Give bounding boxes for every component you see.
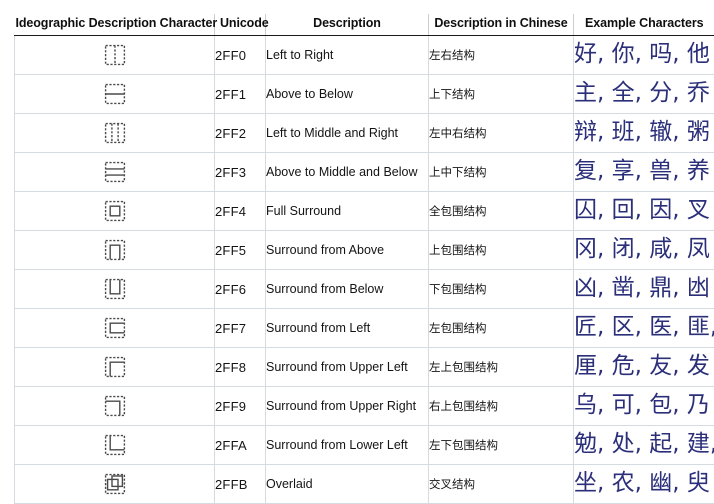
table-row: 2FF4Full Surround全包围结构囚, 回, 因, 叉 (15, 192, 714, 231)
cell-description-chinese: 左上包围结构 (429, 348, 574, 387)
cell-example-characters: 乌, 可, 包, 乃 (574, 387, 714, 426)
idc-surround-from-above-icon (104, 239, 126, 261)
idc-surround-from-below-icon (104, 278, 126, 300)
table-row: 2FF9Surround from Upper Right右上包围结构乌, 可,… (15, 387, 714, 426)
cell-idc-glyph (15, 192, 215, 231)
column-header-example-characters: Example Characters (574, 14, 714, 36)
idc-above-to-below-icon (104, 83, 126, 105)
table-row: 2FF8Surround from Upper Left左上包围结构厘, 危, … (15, 348, 714, 387)
idc-surround-from-upper-left-icon (104, 356, 126, 378)
page-root: Ideographic Description Character Unicod… (0, 0, 714, 502)
cell-description-chinese: 上包围结构 (429, 231, 574, 270)
cell-description: Surround from Upper Right (266, 387, 429, 426)
cell-description-chinese: 上下结构 (429, 75, 574, 114)
cell-unicode: 2FF1 (215, 75, 266, 114)
cell-unicode: 2FF2 (215, 114, 266, 153)
cell-example-characters: 凶, 凿, 鼎, 凼 (574, 270, 714, 309)
cell-description-chinese: 左右结构 (429, 36, 574, 75)
cell-description-chinese: 全包围结构 (429, 192, 574, 231)
cell-idc-glyph (15, 231, 215, 270)
table-body: 2FF0Left to Right左右结构好, 你, 吗, 他2FF1Above… (15, 36, 714, 504)
cell-unicode: 2FF7 (215, 309, 266, 348)
idc-surround-from-lower-left-icon (104, 434, 126, 456)
cell-description: Surround from Lower Left (266, 426, 429, 465)
cell-unicode: 2FF8 (215, 348, 266, 387)
cell-example-characters: 辩, 班, 辙, 粥 (574, 114, 714, 153)
table-row: 2FF5Surround from Above上包围结构冈, 闭, 咸, 凤 (15, 231, 714, 270)
cell-description-chinese: 左中右结构 (429, 114, 574, 153)
cell-idc-glyph (15, 348, 215, 387)
idc-above-to-middle-and-below-icon (104, 161, 126, 183)
cell-description: Above to Middle and Below (266, 153, 429, 192)
cell-example-characters: 囚, 回, 因, 叉 (574, 192, 714, 231)
table-row: 2FF6Surround from Below下包围结构凶, 凿, 鼎, 凼 (15, 270, 714, 309)
cell-description-chinese: 交叉结构 (429, 465, 574, 504)
idc-full-surround-icon (104, 200, 126, 222)
table-row: 2FF0Left to Right左右结构好, 你, 吗, 他 (15, 36, 714, 75)
table-row: 2FF2Left to Middle and Right左中右结构辩, 班, 辙… (15, 114, 714, 153)
cell-description: Full Surround (266, 192, 429, 231)
cell-description: Surround from Above (266, 231, 429, 270)
cell-unicode: 2FF4 (215, 192, 266, 231)
cell-idc-glyph (15, 465, 215, 504)
idc-surround-from-upper-right-icon (104, 395, 126, 417)
table-row: 2FFASurround from Lower Left左下包围结构勉, 处, … (15, 426, 714, 465)
cell-unicode: 2FF3 (215, 153, 266, 192)
cell-example-characters: 坐, 农, 幽, 臾 (574, 465, 714, 504)
cell-example-characters: 匠, 区, 医, 匪, (574, 309, 714, 348)
cell-idc-glyph (15, 114, 215, 153)
ideographic-description-characters-table: Ideographic Description Character Unicod… (14, 14, 714, 504)
cell-description: Surround from Left (266, 309, 429, 348)
cell-description-chinese: 左包围结构 (429, 309, 574, 348)
cell-example-characters: 主, 全, 分, 乔 (574, 75, 714, 114)
cell-unicode: 2FF6 (215, 270, 266, 309)
idc-surround-from-left-icon (104, 317, 126, 339)
table-row: 2FF3Above to Middle and Below上中下结构复, 享, … (15, 153, 714, 192)
cell-description-chinese: 左下包围结构 (429, 426, 574, 465)
table-row: 2FFBOverlaid交叉结构坐, 农, 幽, 臾 (15, 465, 714, 504)
cell-idc-glyph (15, 309, 215, 348)
cell-description: Above to Below (266, 75, 429, 114)
cell-unicode: 2FFA (215, 426, 266, 465)
cell-description-chinese: 上中下结构 (429, 153, 574, 192)
cell-unicode: 2FF0 (215, 36, 266, 75)
cell-description-chinese: 右上包围结构 (429, 387, 574, 426)
cell-example-characters: 复, 享, 兽, 养 (574, 153, 714, 192)
cell-idc-glyph (15, 270, 215, 309)
cell-description: Surround from Below (266, 270, 429, 309)
cell-idc-glyph (15, 153, 215, 192)
idc-left-to-right-icon (104, 44, 126, 66)
cell-idc-glyph (15, 426, 215, 465)
cell-idc-glyph (15, 36, 215, 75)
table-row: 2FF7Surround from Left左包围结构匠, 区, 医, 匪, (15, 309, 714, 348)
idc-left-to-middle-and-right-icon (104, 122, 126, 144)
column-header-description-chinese: Description in Chinese (429, 14, 574, 36)
cell-unicode: 2FFB (215, 465, 266, 504)
cell-description-chinese: 下包围结构 (429, 270, 574, 309)
cell-description: Left to Right (266, 36, 429, 75)
cell-description: Left to Middle and Right (266, 114, 429, 153)
cell-example-characters: 厘, 危, 友, 发 (574, 348, 714, 387)
table-row: 2FF1Above to Below上下结构主, 全, 分, 乔 (15, 75, 714, 114)
column-header-idc: Ideographic Description Character (15, 14, 215, 36)
column-header-description: Description (266, 14, 429, 36)
cell-idc-glyph (15, 387, 215, 426)
column-header-unicode: Unicode (215, 14, 266, 36)
idc-overlaid-icon (104, 473, 126, 495)
cell-example-characters: 好, 你, 吗, 他 (574, 36, 714, 75)
cell-example-characters: 冈, 闭, 咸, 凤 (574, 231, 714, 270)
cell-idc-glyph (15, 75, 215, 114)
cell-description: Surround from Upper Left (266, 348, 429, 387)
cell-unicode: 2FF9 (215, 387, 266, 426)
cell-example-characters: 勉, 处, 起, 建, (574, 426, 714, 465)
cell-description: Overlaid (266, 465, 429, 504)
table-header: Ideographic Description Character Unicod… (15, 14, 714, 36)
table-header-row: Ideographic Description Character Unicod… (15, 14, 714, 36)
cell-unicode: 2FF5 (215, 231, 266, 270)
